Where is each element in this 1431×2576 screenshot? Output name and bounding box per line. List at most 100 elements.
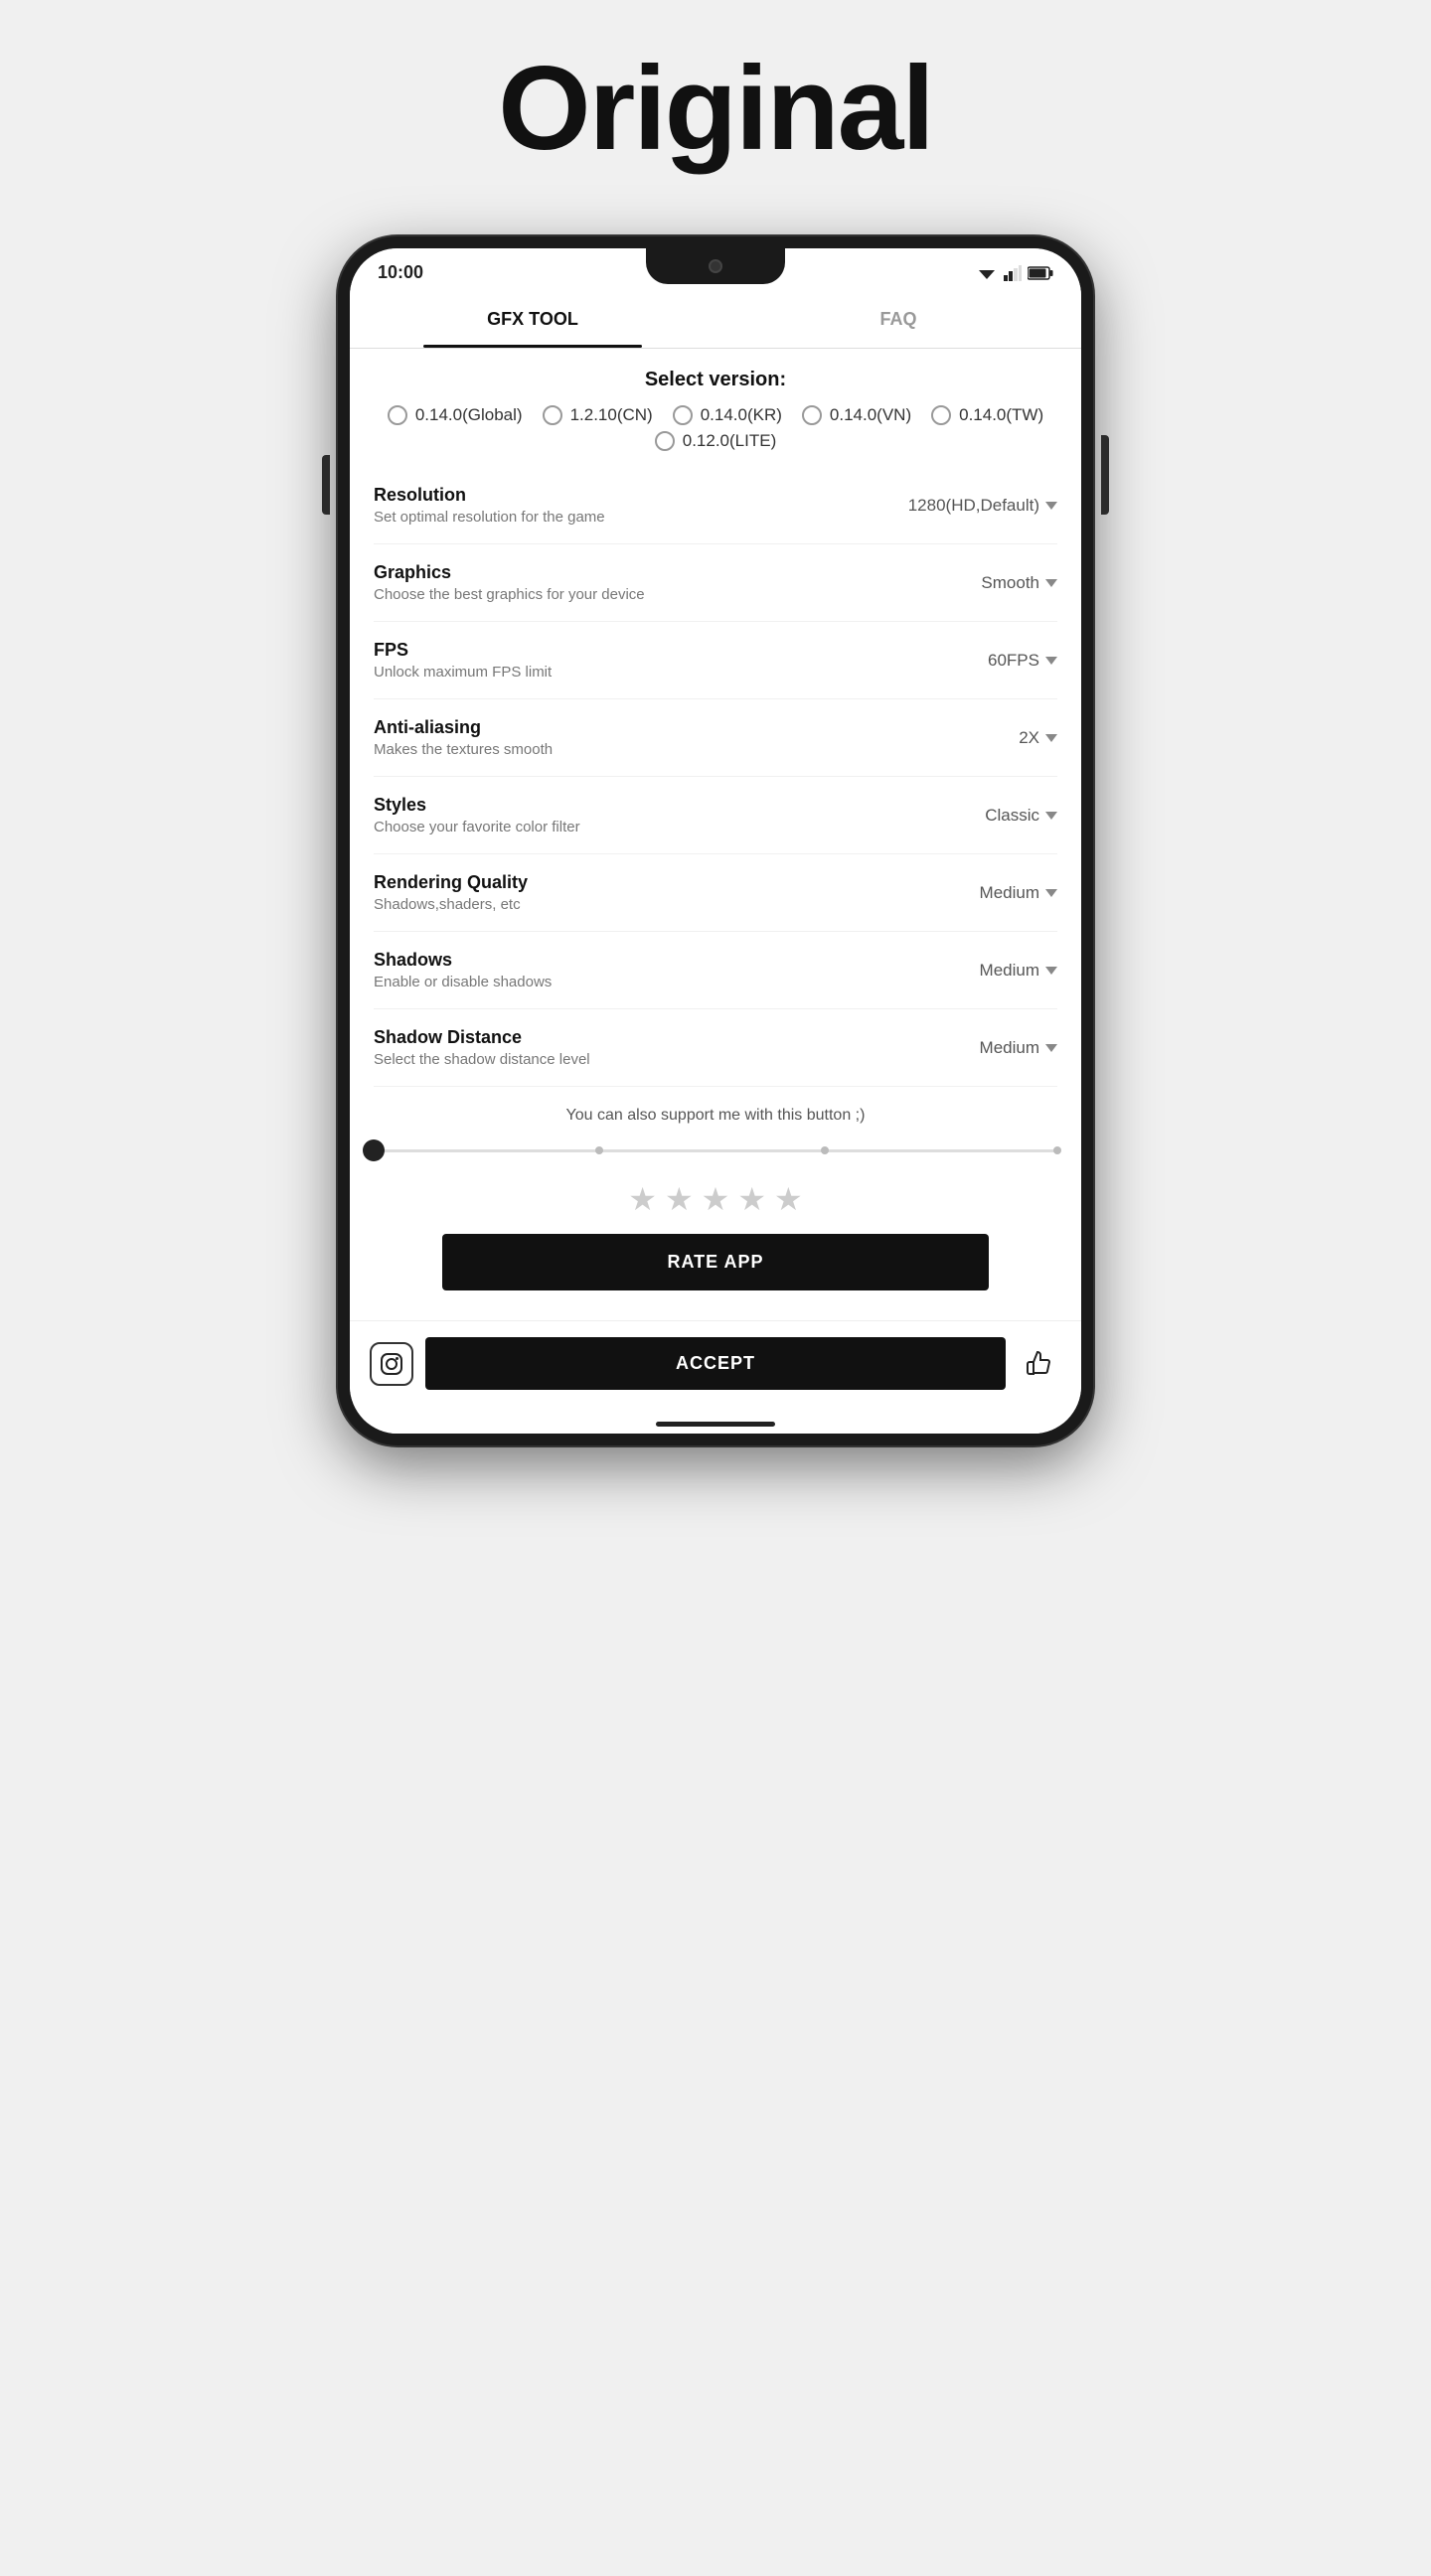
tab-faq[interactable]: FAQ xyxy=(716,291,1081,348)
wifi-icon xyxy=(976,265,998,281)
setting-fps-desc: Unlock maximum FPS limit xyxy=(374,664,988,681)
slider-dot-2 xyxy=(821,1146,829,1154)
version-label-vn: 0.14.0(VN) xyxy=(830,405,911,425)
setting-graphics-label: Graphics xyxy=(374,562,981,583)
version-option-global[interactable]: 0.14.0(Global) xyxy=(388,405,523,425)
version-option-lite[interactable]: 0.12.0(LITE) xyxy=(655,431,777,451)
thumbs-up-button[interactable] xyxy=(1018,1342,1061,1386)
slider-dot-3 xyxy=(1053,1146,1061,1154)
setting-graphics-desc: Choose the best graphics for your device xyxy=(374,586,981,603)
setting-antialiasing-desc: Makes the textures smooth xyxy=(374,741,1019,758)
version-option-vn[interactable]: 0.14.0(VN) xyxy=(802,405,911,425)
tab-bar: GFX TOOL FAQ xyxy=(350,291,1081,349)
setting-antialiasing: Anti-aliasing Makes the textures smooth … xyxy=(374,699,1057,777)
setting-shadows-desc: Enable or disable shadows xyxy=(374,974,980,990)
setting-shadow-distance-info: Shadow Distance Select the shadow distan… xyxy=(374,1027,980,1068)
support-slider[interactable] xyxy=(374,1140,1057,1160)
setting-rendering-info: Rendering Quality Shadows,shaders, etc xyxy=(374,872,980,913)
chevron-down-icon xyxy=(1045,889,1057,897)
setting-shadows-label: Shadows xyxy=(374,950,980,971)
setting-styles-label: Styles xyxy=(374,795,985,816)
version-label-lite: 0.12.0(LITE) xyxy=(683,431,777,451)
battery-icon xyxy=(1028,266,1053,280)
volume-button xyxy=(322,455,330,515)
version-label-global: 0.14.0(Global) xyxy=(415,405,523,425)
status-icons xyxy=(976,265,1053,281)
instagram-icon xyxy=(380,1352,403,1376)
home-bar xyxy=(656,1422,775,1427)
star-1[interactable]: ★ xyxy=(628,1180,657,1218)
chevron-down-icon xyxy=(1045,812,1057,820)
radio-kr[interactable] xyxy=(673,405,693,425)
radio-lite[interactable] xyxy=(655,431,675,451)
star-3[interactable]: ★ xyxy=(702,1180,730,1218)
notch xyxy=(646,248,785,284)
version-option-tw[interactable]: 0.14.0(TW) xyxy=(931,405,1043,425)
star-rating[interactable]: ★ ★ ★ ★ ★ xyxy=(374,1180,1057,1218)
setting-graphics-value[interactable]: Smooth xyxy=(981,573,1057,593)
setting-shadows: Shadows Enable or disable shadows Medium xyxy=(374,932,1057,1009)
setting-rendering-value[interactable]: Medium xyxy=(980,883,1057,903)
setting-antialiasing-label: Anti-aliasing xyxy=(374,717,1019,738)
thumbs-up-icon xyxy=(1024,1348,1055,1380)
setting-styles-info: Styles Choose your favorite color filter xyxy=(374,795,985,835)
front-camera xyxy=(709,259,722,273)
setting-shadow-distance: Shadow Distance Select the shadow distan… xyxy=(374,1009,1057,1087)
setting-fps-info: FPS Unlock maximum FPS limit xyxy=(374,640,988,681)
slider-track xyxy=(374,1149,1057,1152)
setting-rendering-label: Rendering Quality xyxy=(374,872,980,893)
version-label-kr: 0.14.0(KR) xyxy=(701,405,782,425)
radio-vn[interactable] xyxy=(802,405,822,425)
star-4[interactable]: ★ xyxy=(737,1180,766,1218)
status-time: 10:00 xyxy=(378,262,423,283)
setting-resolution-desc: Set optimal resolution for the game xyxy=(374,509,908,526)
star-5[interactable]: ★ xyxy=(774,1180,803,1218)
signal-icon xyxy=(1004,265,1022,281)
star-2[interactable]: ★ xyxy=(665,1180,694,1218)
setting-resolution-value[interactable]: 1280(HD,Default) xyxy=(908,496,1057,516)
rate-app-button[interactable]: RATE APP xyxy=(442,1234,989,1290)
setting-antialiasing-value[interactable]: 2X xyxy=(1019,728,1057,748)
radio-global[interactable] xyxy=(388,405,407,425)
support-section: You can also support me with this button… xyxy=(374,1087,1057,1320)
slider-thumb[interactable] xyxy=(363,1139,385,1161)
version-label-cn: 1.2.10(CN) xyxy=(570,405,653,425)
setting-fps: FPS Unlock maximum FPS limit 60FPS xyxy=(374,622,1057,699)
chevron-down-icon xyxy=(1045,579,1057,587)
setting-shadows-value[interactable]: Medium xyxy=(980,961,1057,981)
version-title: Select version: xyxy=(374,369,1057,391)
bottom-bar: ACCEPT xyxy=(350,1320,1081,1414)
setting-graphics: Graphics Choose the best graphics for yo… xyxy=(374,544,1057,622)
setting-rendering-desc: Shadows,shaders, etc xyxy=(374,896,980,913)
radio-tw[interactable] xyxy=(931,405,951,425)
instagram-button[interactable] xyxy=(370,1342,413,1386)
accept-button[interactable]: ACCEPT xyxy=(425,1337,1006,1390)
radio-cn[interactable] xyxy=(543,405,562,425)
setting-shadows-info: Shadows Enable or disable shadows xyxy=(374,950,980,990)
setting-styles-desc: Choose your favorite color filter xyxy=(374,819,985,835)
setting-styles-value[interactable]: Classic xyxy=(985,806,1057,826)
chevron-down-icon xyxy=(1045,502,1057,510)
setting-resolution-label: Resolution xyxy=(374,485,908,506)
setting-shadow-distance-label: Shadow Distance xyxy=(374,1027,980,1048)
support-text: You can also support me with this button… xyxy=(374,1107,1057,1125)
setting-fps-label: FPS xyxy=(374,640,988,661)
tab-gfx-tool[interactable]: GFX TOOL xyxy=(350,291,716,348)
setting-rendering: Rendering Quality Shadows,shaders, etc M… xyxy=(374,854,1057,932)
page-title: Original xyxy=(498,40,932,177)
setting-resolution-info: Resolution Set optimal resolution for th… xyxy=(374,485,908,526)
setting-resolution: Resolution Set optimal resolution for th… xyxy=(374,467,1057,544)
setting-graphics-info: Graphics Choose the best graphics for yo… xyxy=(374,562,981,603)
setting-antialiasing-info: Anti-aliasing Makes the textures smooth xyxy=(374,717,1019,758)
version-options: 0.14.0(Global) 1.2.10(CN) 0.14.0(KR) xyxy=(374,405,1057,451)
setting-fps-value[interactable]: 60FPS xyxy=(988,651,1057,671)
chevron-down-icon xyxy=(1045,967,1057,975)
setting-shadow-distance-value[interactable]: Medium xyxy=(980,1038,1057,1058)
home-indicator xyxy=(350,1414,1081,1434)
setting-shadow-distance-desc: Select the shadow distance level xyxy=(374,1051,980,1068)
version-option-cn[interactable]: 1.2.10(CN) xyxy=(543,405,653,425)
chevron-down-icon xyxy=(1045,1044,1057,1052)
version-option-kr[interactable]: 0.14.0(KR) xyxy=(673,405,782,425)
phone-mockup: 10:00 xyxy=(338,236,1093,1727)
main-content: Select version: 0.14.0(Global) 1.2.10(CN… xyxy=(350,349,1081,1320)
